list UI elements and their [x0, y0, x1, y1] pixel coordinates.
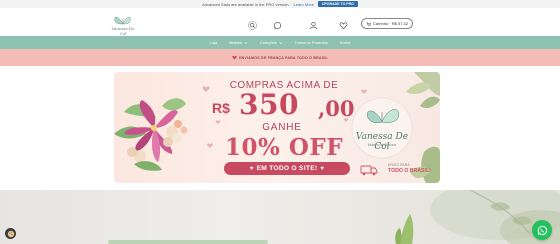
page: Advanced Slats are available in the PRO … — [0, 0, 560, 244]
nav-item-sobre[interactable]: Sobre — [340, 40, 351, 45]
envio-line2: TODO O BRASIL! — [388, 168, 431, 174]
cookie-settings-button[interactable] — [5, 228, 16, 239]
shipping-banner: ENVIAMOS DE FRANÇA PARA TODO O BRASIL — [0, 49, 560, 66]
promo-cents: ,00 — [318, 96, 355, 121]
nav-item-moldes[interactable]: Moldes — [229, 40, 248, 45]
learn-more-link[interactable]: Learn More — [294, 2, 314, 7]
envio-line1: ENVIO PARA — [388, 163, 410, 167]
user-icon — [309, 22, 317, 30]
nav-item-todos-produtos[interactable]: Todos os Produtos — [295, 40, 328, 45]
admin-notice-bar: Advanced Slats are available in the PRO … — [0, 0, 560, 8]
cart-button[interactable]: Carrinho · R$ 57,42 — [361, 18, 413, 29]
heart-icon — [339, 22, 347, 30]
promo-value: R$ 350 ,00 — [206, 88, 366, 121]
nav-item-label: Loja — [209, 40, 218, 45]
heart-icon: ♥ — [249, 165, 254, 172]
promo-discount: 10% OFF — [224, 134, 344, 161]
nav-item-label: Moldes — [229, 40, 242, 45]
whatsapp-icon — [537, 225, 547, 235]
promo-ganhe: GANHE — [262, 122, 302, 133]
logo-text: Vanessa De Col — [111, 26, 135, 36]
promo-amount: 350 — [239, 88, 299, 121]
notice-text: Advanced Slats are available in the PRO … — [202, 1, 290, 7]
lily-flower-decoration — [114, 98, 188, 171]
nav-item-label: Sobre — [339, 40, 351, 45]
whatsapp-float-button[interactable] — [532, 220, 552, 240]
promo-banner[interactable]: COMPRAS ACIMA DE R$ 350 ,00 GANHE 10% OF… — [114, 72, 440, 183]
upgrade-button[interactable]: UPGRADE TO PRO — [318, 1, 358, 7]
hero-foliage-decoration — [108, 190, 560, 244]
promo-site-text: EM TODO O SITE! — [256, 165, 318, 172]
nav-item-label: Coleções — [259, 40, 277, 45]
chevron-down-icon — [244, 41, 248, 44]
search-button[interactable] — [242, 17, 262, 35]
promo-site-pill: ♥ EM TODO O SITE! ♥ — [224, 162, 350, 175]
search-icon — [247, 21, 257, 30]
shipping-text: ENVIAMOS DE FRANÇA PARA TODO O BRASIL — [239, 55, 328, 60]
promo-brand-sub: Moldes de Silicone — [367, 143, 397, 147]
cart-icon — [366, 21, 371, 26]
nav-item-loja[interactable]: Loja — [210, 40, 218, 45]
cart-label: Carrinho · R$ 57,42 — [372, 21, 408, 26]
nav-item-colecoes[interactable]: Coleções — [260, 40, 283, 45]
cookie-icon — [7, 230, 14, 237]
promo-currency: R$ — [212, 100, 230, 116]
heart-icon — [232, 55, 237, 60]
heart-icon: ♥ — [320, 165, 325, 172]
promo-brand-name: Vanessa De Col — [355, 132, 409, 152]
site-header: Vanessa De Col Atendimento Minha conta — [0, 8, 560, 40]
chevron-down-icon — [279, 41, 283, 44]
main-nav: Loja Moldes Coleções Todos os Produtos S… — [0, 36, 560, 49]
promo-envio: ENVIO PARA TODO O BRASIL! — [372, 163, 431, 177]
whatsapp-icon — [273, 21, 281, 30]
hero-section — [0, 190, 560, 244]
promo-brand: Vanessa De Col Moldes de Silicone — [352, 100, 412, 160]
nav-item-label: Todos os Produtos — [294, 40, 328, 45]
site-logo[interactable]: Vanessa De Col — [108, 12, 138, 36]
